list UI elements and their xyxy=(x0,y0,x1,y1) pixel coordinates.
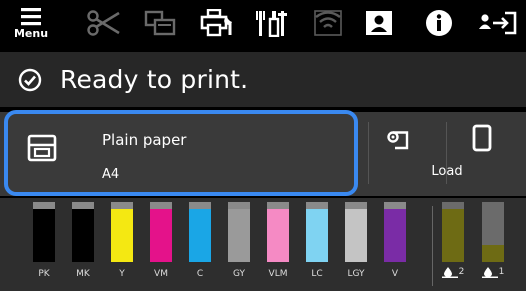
ink-cartridge-pk: PK xyxy=(30,198,58,291)
paper-feed-icon xyxy=(144,10,176,36)
ink-cartridge-y: Y xyxy=(108,198,136,291)
ink-label: PK xyxy=(38,269,50,279)
ink-label: Y xyxy=(119,269,125,279)
ink-levels-panel[interactable]: PK MK Y VM C GY VLM LC LGY V 2 1 xyxy=(0,198,526,291)
divider xyxy=(368,122,369,184)
load-label[interactable]: Load xyxy=(427,164,467,179)
ink-cartridge-v: V xyxy=(381,198,409,291)
info-icon xyxy=(426,10,452,36)
maintenance-level-fill xyxy=(442,209,464,262)
paper-feed-button-icon[interactable] xyxy=(387,129,411,151)
load-paper-icon[interactable] xyxy=(472,124,492,152)
ink-label: V xyxy=(391,269,399,279)
ink-cartridge-gy: GY xyxy=(225,198,253,291)
info-button[interactable] xyxy=(418,0,460,46)
check-circle-icon xyxy=(18,68,42,92)
sign-in-button[interactable] xyxy=(472,0,524,46)
maintenance-box-2: 2 xyxy=(438,198,468,291)
status-text: Ready to print. xyxy=(60,65,249,94)
paper-feed-button[interactable] xyxy=(138,0,182,46)
toolbar: Menu xyxy=(0,0,526,46)
maintenance-box-label: 2 xyxy=(434,266,472,278)
user-icon xyxy=(366,11,392,35)
paper-type-label: Plain paper xyxy=(102,131,187,149)
printer-settings-icon xyxy=(200,9,232,37)
wifi-button[interactable] xyxy=(305,0,351,46)
menu-label: Menu xyxy=(13,26,49,40)
ink-level-fill xyxy=(33,209,55,262)
maintenance-box-number: 2 xyxy=(458,267,465,277)
ink-cartridge-c: C xyxy=(186,198,214,291)
status-bar: Ready to print. xyxy=(0,50,526,107)
maintenance-icon xyxy=(256,11,287,37)
cutter-button[interactable] xyxy=(82,0,126,46)
printer-icon xyxy=(27,134,57,162)
wifi-icon xyxy=(314,10,342,36)
menu-button[interactable]: Menu xyxy=(2,0,60,46)
paper-setting-button[interactable]: Plain paper A4 xyxy=(4,110,358,196)
ink-cartridge-mk: MK xyxy=(69,198,97,291)
ink-cartridge-lc: LC xyxy=(303,198,331,291)
ink-level-fill xyxy=(72,209,94,262)
ink-label: MK xyxy=(76,269,90,279)
ink-level-fill xyxy=(306,209,328,262)
ink-cartridge-vm: VM xyxy=(147,198,175,291)
ink-level-fill xyxy=(150,209,172,262)
ink-level-fill xyxy=(228,209,250,262)
user-button[interactable] xyxy=(356,0,402,46)
ink-drop-icon xyxy=(481,267,498,278)
divider xyxy=(432,206,433,286)
ink-drop-icon xyxy=(441,267,458,278)
ink-label: C xyxy=(196,269,204,279)
ink-label: LGY xyxy=(347,269,365,279)
sign-in-icon xyxy=(479,11,517,35)
paper-size-label: A4 xyxy=(102,167,120,182)
ink-label: GY xyxy=(232,269,246,279)
ink-level-fill xyxy=(189,209,211,262)
ink-cartridge-lgy: LGY xyxy=(342,198,370,291)
cutter-icon xyxy=(87,10,120,36)
ink-level-fill xyxy=(384,209,406,262)
ink-level-fill xyxy=(345,209,367,262)
ink-label: LC xyxy=(311,269,323,279)
ink-level-fill xyxy=(111,209,133,262)
maintenance-box-label: 1 xyxy=(474,266,512,278)
ink-label: VLM xyxy=(268,269,288,279)
ink-level-fill xyxy=(267,209,289,262)
menu-icon xyxy=(21,7,41,25)
ink-cartridge-vlm: VLM xyxy=(264,198,292,291)
printer-settings-button[interactable] xyxy=(195,0,239,46)
maintenance-button[interactable] xyxy=(250,0,296,46)
maintenance-box-1: 1 xyxy=(478,198,508,291)
maintenance-level-fill xyxy=(482,245,504,262)
ink-label: VM xyxy=(154,269,168,279)
maintenance-box-number: 1 xyxy=(498,267,505,277)
